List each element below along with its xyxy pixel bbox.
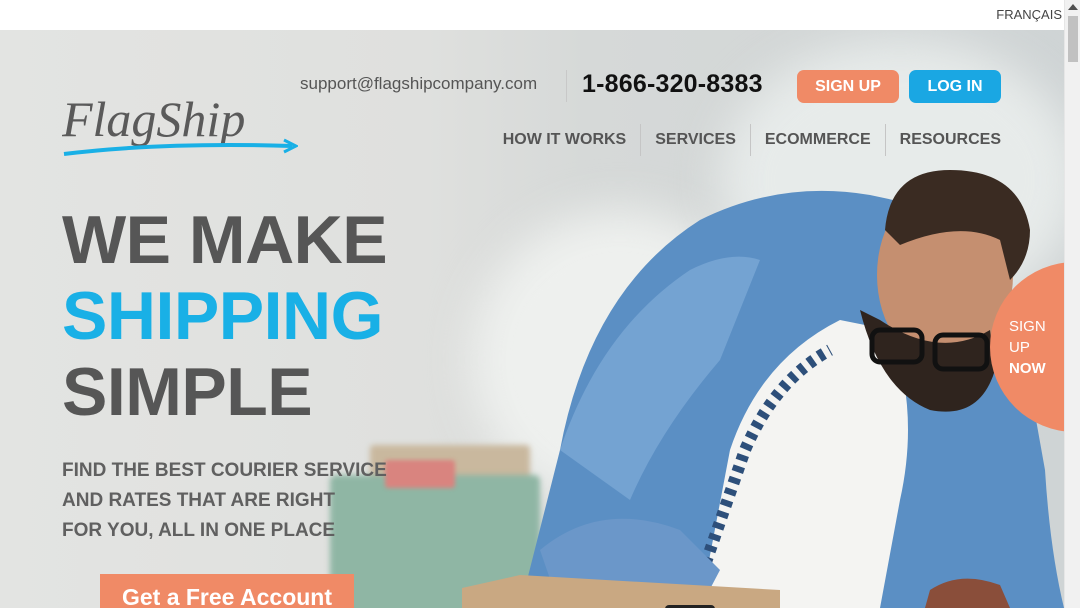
hero-subheadline: FIND THE BEST COURIER SERVICE AND RATES … xyxy=(62,456,387,546)
header-divider xyxy=(566,70,567,102)
hero-section: FlagShip support@flagshipcompany.com 1-8… xyxy=(0,30,1064,608)
flagship-logo[interactable]: FlagShip xyxy=(61,84,300,163)
hero-headline: WE MAKE SHIPPING SIMPLE xyxy=(62,202,388,430)
scroll-up-arrow-icon[interactable] xyxy=(1068,4,1078,10)
top-utility-bar: FRANÇAIS xyxy=(0,0,1064,30)
logo-text: FlagShip xyxy=(62,91,245,147)
sign-up-now-text[interactable]: SIGN UP NOW xyxy=(1009,316,1046,379)
language-switch-link[interactable]: FRANÇAIS xyxy=(996,7,1062,22)
vertical-scrollbar[interactable] xyxy=(1064,0,1080,608)
flagship-logo-mark: FlagShip xyxy=(61,91,300,156)
headline-line-3: SIMPLE xyxy=(62,354,313,430)
nav-item-ecommerce[interactable]: ECOMMERCE xyxy=(749,124,885,156)
log-in-button[interactable]: LOG IN xyxy=(909,70,1001,103)
nav-item-services[interactable]: SERVICES xyxy=(640,124,750,156)
headline-line-1: WE MAKE xyxy=(62,202,388,278)
headline-line-2: SHIPPING xyxy=(62,278,383,354)
badge-line-3: NOW xyxy=(1009,360,1046,377)
support-email-link[interactable]: support@flagshipcompany.com xyxy=(300,74,537,94)
nav-item-how-it-works[interactable]: HOW IT WORKS xyxy=(489,124,641,156)
phone-number-link[interactable]: 1-866-320-8383 xyxy=(582,70,763,99)
nav-item-resources[interactable]: RESOURCES xyxy=(884,124,1001,156)
scrollbar-thumb[interactable] xyxy=(1068,16,1078,62)
subheadline-line-2: AND RATES THAT ARE RIGHT xyxy=(62,490,336,511)
subheadline-line-1: FIND THE BEST COURIER SERVICE xyxy=(62,460,387,481)
badge-line-1: SIGN xyxy=(1009,318,1046,335)
main-navigation: HOW IT WORKS SERVICES ECOMMERCE RESOURCE… xyxy=(489,124,1001,156)
badge-line-2: UP xyxy=(1009,339,1030,356)
sign-up-button[interactable]: SIGN UP xyxy=(797,70,899,103)
get-free-account-button[interactable]: Get a Free Account xyxy=(100,574,354,608)
subheadline-line-3: FOR YOU, ALL IN ONE PLACE xyxy=(62,520,336,541)
